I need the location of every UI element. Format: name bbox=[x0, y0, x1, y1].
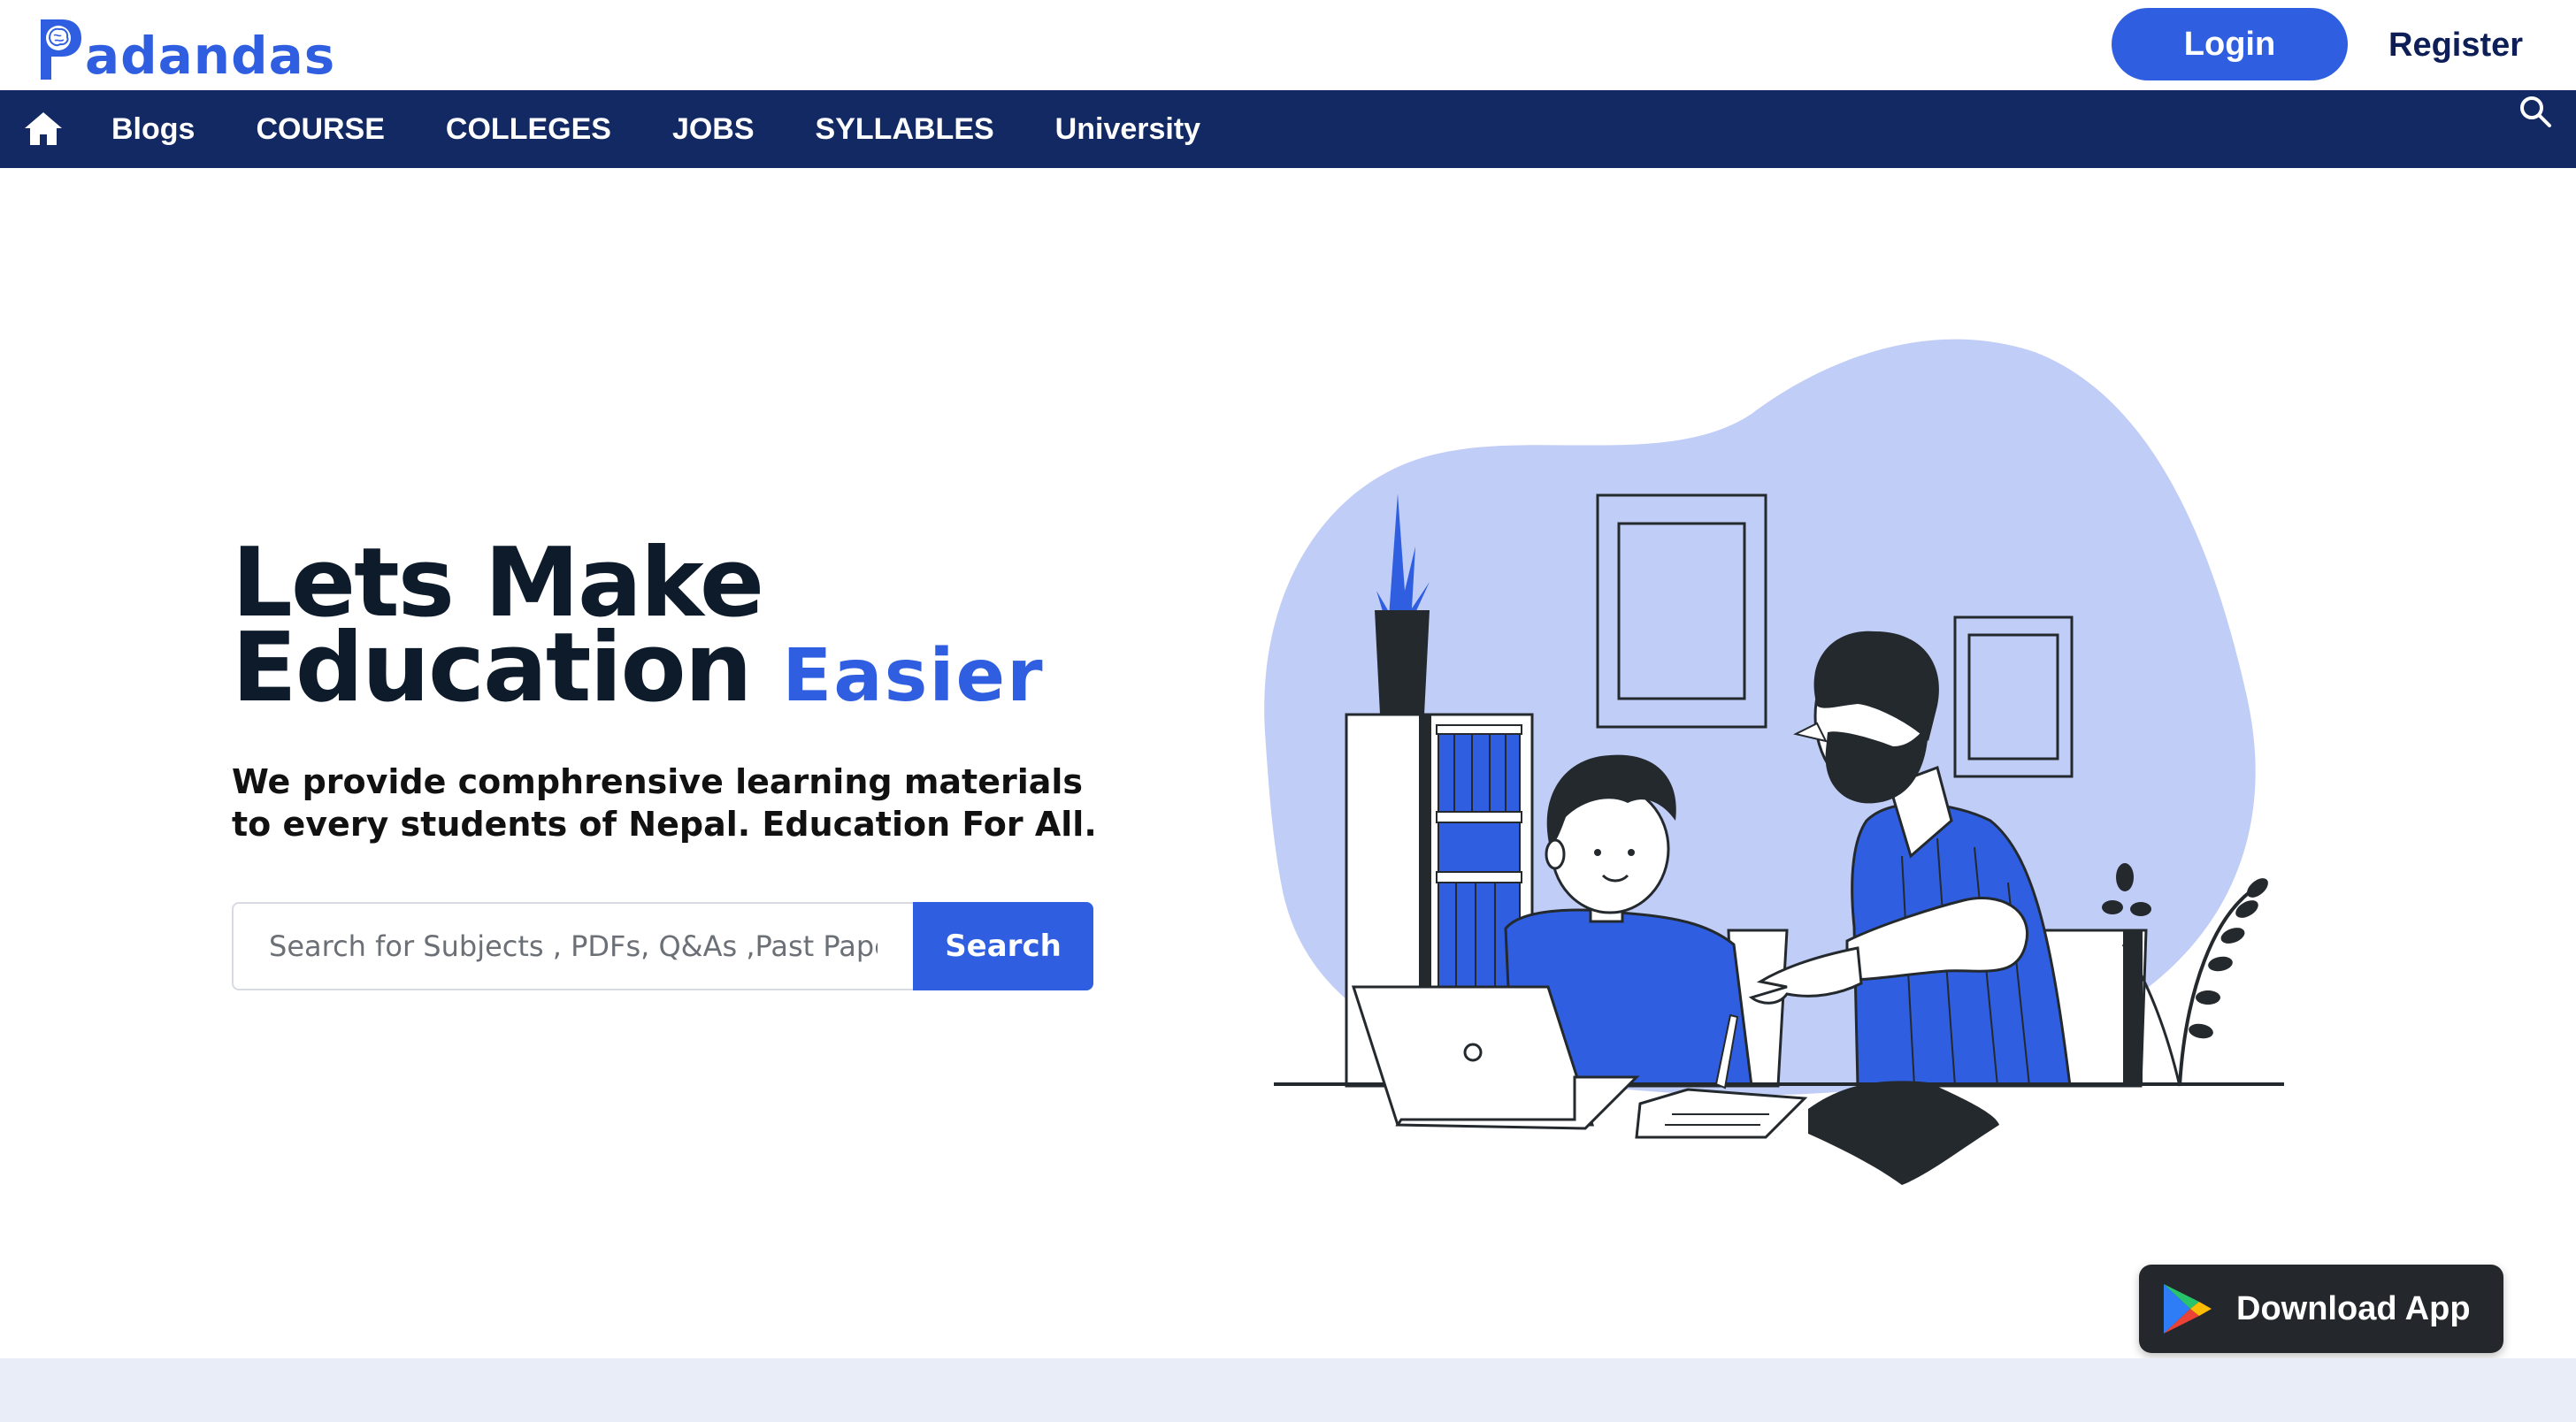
logo-text: adandas bbox=[85, 26, 336, 86]
nav-item-course[interactable]: COURSE bbox=[256, 112, 384, 147]
nav-item-colleges[interactable]: COLLEGES bbox=[446, 112, 611, 147]
hero-title: Lets Make Education Easier bbox=[232, 536, 1045, 719]
nav-item-syllables[interactable]: SYLLABLES bbox=[816, 112, 994, 147]
register-link[interactable]: Register bbox=[2388, 21, 2523, 69]
site-logo[interactable]: adandas bbox=[37, 11, 335, 81]
download-app-button[interactable]: Download App bbox=[2139, 1265, 2503, 1353]
search-button[interactable]: Search bbox=[913, 902, 1093, 990]
hero-title-accent: Easier bbox=[782, 634, 1045, 718]
nav-item-blogs[interactable]: Blogs bbox=[111, 112, 195, 147]
google-play-icon bbox=[2158, 1281, 2215, 1337]
hero-subtitle: We provide comphrensive learning materia… bbox=[232, 762, 1097, 844]
hero-illustration bbox=[1256, 325, 2300, 1201]
search-input[interactable] bbox=[232, 902, 913, 990]
logo-mark-icon bbox=[37, 14, 83, 81]
hero-search: Search bbox=[232, 902, 1093, 990]
nav-links: Blogs COURSE COLLEGES JOBS SYLLABLES Uni… bbox=[111, 90, 1261, 168]
top-bar: adandas Login Register bbox=[0, 0, 2576, 90]
nav-item-jobs[interactable]: JOBS bbox=[672, 112, 755, 147]
search-icon[interactable] bbox=[2518, 94, 2553, 129]
footer-band bbox=[0, 1358, 2576, 1422]
home-icon[interactable] bbox=[23, 110, 64, 147]
login-button[interactable]: Login bbox=[2112, 8, 2348, 80]
nav-item-university[interactable]: University bbox=[1055, 112, 1200, 147]
download-app-label: Download App bbox=[2236, 1289, 2471, 1327]
hero-title-line2: Education bbox=[232, 613, 753, 723]
main-navigation: Blogs COURSE COLLEGES JOBS SYLLABLES Uni… bbox=[0, 90, 2576, 168]
book bbox=[1808, 1081, 1999, 1185]
